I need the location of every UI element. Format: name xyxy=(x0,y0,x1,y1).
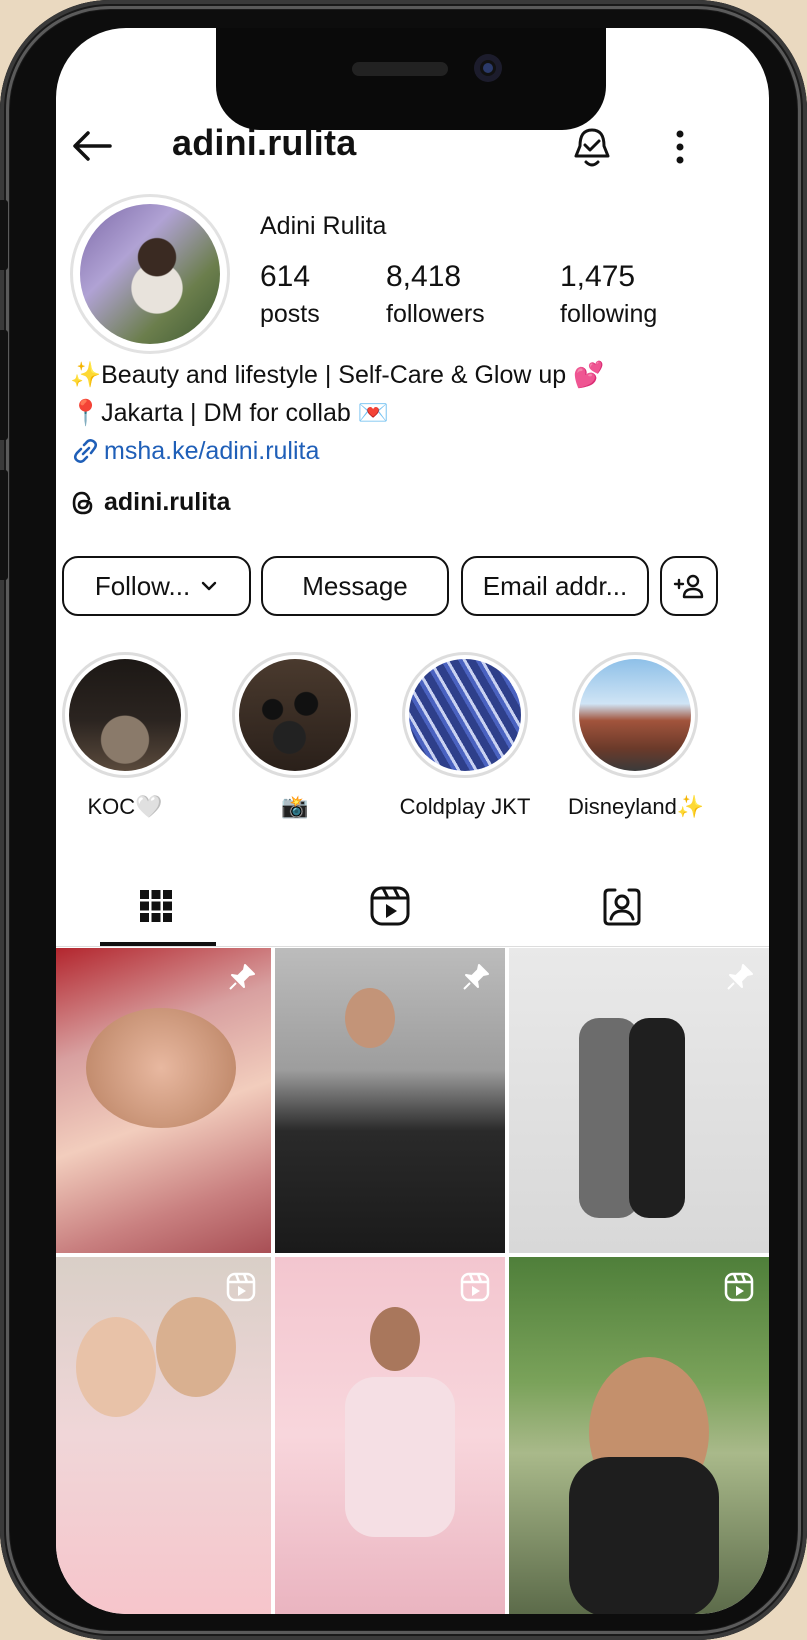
highlight-ring xyxy=(232,652,358,778)
arrow-left-icon xyxy=(73,131,112,161)
reel-icon xyxy=(724,1272,754,1302)
grid-icon xyxy=(140,890,172,922)
avatar-ring[interactable] xyxy=(70,194,230,354)
bio-link[interactable]: msha.ke/adini.rulita xyxy=(70,432,760,470)
earpiece-speaker xyxy=(352,62,448,76)
pin-icon xyxy=(229,964,255,990)
highlight-label: 📸 xyxy=(281,794,309,819)
display-name: Adini Rulita xyxy=(260,212,387,240)
pin-icon xyxy=(727,964,753,990)
pin-icon xyxy=(463,964,489,990)
phone-notch xyxy=(216,28,606,130)
tab-reels[interactable] xyxy=(330,866,450,946)
highlight-cover-image xyxy=(579,659,691,771)
post-image xyxy=(629,1018,685,1218)
stat-following-value: 1,475 xyxy=(560,260,636,293)
side-button-volume-up xyxy=(0,330,8,440)
post-image xyxy=(569,1457,719,1614)
bio-link-text: msha.ke/adini.rulita xyxy=(104,437,320,465)
post-tile[interactable] xyxy=(275,948,505,1253)
message-button-label: Message xyxy=(302,570,408,601)
phone-frame: adini.rulita Adini Rulita 614 posts 8,41… xyxy=(0,0,807,1640)
highlight-ring xyxy=(572,652,698,778)
post-image xyxy=(156,1297,236,1397)
post-image xyxy=(76,1317,156,1417)
suggest-people-button[interactable] xyxy=(660,556,718,616)
post-image xyxy=(86,1008,236,1128)
threads-icon xyxy=(72,491,93,514)
highlight-ring xyxy=(62,652,188,778)
highlight-label: Disneyland✨ xyxy=(568,794,705,819)
reels-icon xyxy=(370,886,410,926)
add-person-icon xyxy=(673,574,704,599)
email-button-label: Email addr... xyxy=(482,570,628,601)
stat-posts-label: posts xyxy=(260,300,320,328)
app-screen: adini.rulita Adini Rulita 614 posts 8,41… xyxy=(56,28,769,1614)
follow-button-label: Follow... xyxy=(94,570,191,601)
bio: ✨Beauty and lifestyle | Self-Care & Glow… xyxy=(70,356,760,470)
highlight-label: Coldplay JKT xyxy=(399,794,531,819)
stat-followers-value: 8,418 xyxy=(386,260,462,293)
notifications-button[interactable] xyxy=(570,124,616,170)
post-tile[interactable] xyxy=(509,1257,769,1614)
link-icon xyxy=(73,439,98,463)
reel-icon xyxy=(460,1272,490,1302)
stat-posts[interactable]: 614 posts xyxy=(260,260,320,329)
post-tile[interactable] xyxy=(56,948,271,1253)
tagged-person-icon xyxy=(603,888,641,926)
side-button-mute xyxy=(0,200,8,270)
stat-followers-label: followers xyxy=(386,300,485,328)
more-options-button[interactable] xyxy=(670,126,690,168)
post-image xyxy=(370,1307,420,1371)
highlight-cover-image xyxy=(239,659,351,771)
email-button[interactable]: Email addr... xyxy=(461,556,649,616)
highlight-coldplay[interactable]: Coldplay JKT xyxy=(398,652,532,820)
highlight-camera[interactable]: 📸 xyxy=(228,652,362,820)
highlight-label: KOC🤍 xyxy=(87,794,163,819)
reel-icon xyxy=(226,1272,256,1302)
highlight-koc[interactable]: KOC🤍 xyxy=(58,652,192,820)
highlight-disneyland[interactable]: Disneyland✨ xyxy=(568,652,705,820)
tab-tagged[interactable] xyxy=(562,866,682,946)
tab-grid[interactable] xyxy=(96,866,216,946)
follow-button[interactable]: Follow... xyxy=(62,556,251,616)
highlight-cover-image xyxy=(409,659,521,771)
post-image xyxy=(345,1377,455,1537)
bio-line-2: 📍Jakarta | DM for collab 💌 xyxy=(70,399,389,427)
post-image xyxy=(345,988,395,1048)
post-tile[interactable] xyxy=(56,1257,271,1614)
threads-handle: adini.rulita xyxy=(104,488,231,516)
post-tile[interactable] xyxy=(275,1257,505,1614)
bio-line-1: ✨Beauty and lifestyle | Self-Care & Glow… xyxy=(70,361,605,389)
threads-badge[interactable]: adini.rulita xyxy=(70,488,230,517)
stat-following-label: following xyxy=(560,300,658,328)
stat-following[interactable]: 1,475 following xyxy=(560,260,657,329)
front-camera xyxy=(474,54,502,82)
chevron-down-icon xyxy=(201,581,217,591)
bell-check-icon xyxy=(574,128,610,167)
message-button[interactable]: Message xyxy=(261,556,449,616)
profile-tabs xyxy=(56,866,769,947)
highlight-ring xyxy=(402,652,528,778)
avatar xyxy=(80,204,220,344)
highlight-cover-image xyxy=(69,659,181,771)
back-button[interactable] xyxy=(70,128,120,168)
stat-posts-value: 614 xyxy=(260,260,311,293)
side-button-volume-down xyxy=(0,470,8,580)
stat-followers[interactable]: 8,418 followers xyxy=(386,260,485,329)
more-vertical-icon xyxy=(676,130,684,164)
post-tile[interactable] xyxy=(509,948,769,1253)
active-tab-indicator xyxy=(100,942,216,946)
